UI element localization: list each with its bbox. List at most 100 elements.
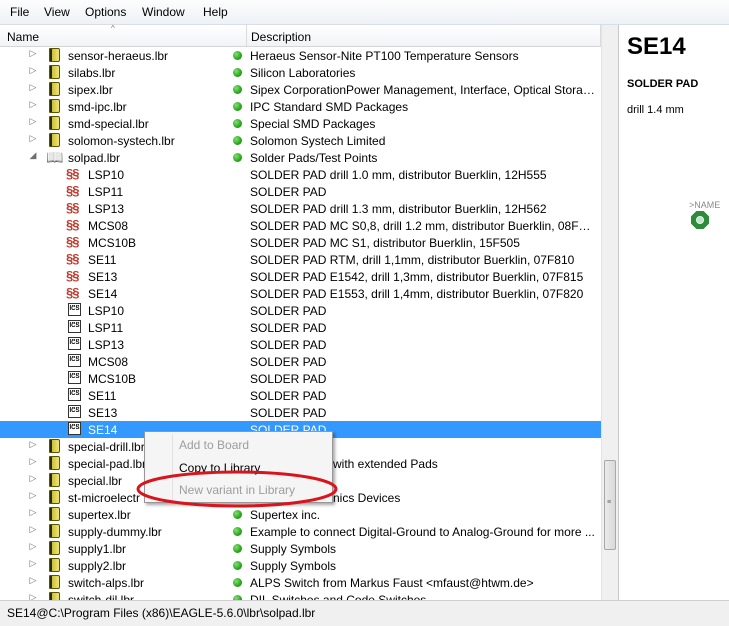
tree-row[interactable]: §§ SE13 SOLDER PAD E1542, drill 1,3mm, dis…	[0, 268, 601, 285]
expand-arrow-icon[interactable]: ▷	[28, 575, 38, 586]
status-dot-icon	[233, 51, 242, 60]
row-description: SOLDER PAD	[250, 406, 327, 420]
tree-row[interactable]: ▷ supertex.lbr Supertex inc.	[0, 506, 601, 523]
row-name: MCS08	[88, 219, 129, 233]
row-name: switch-dil.lbr	[68, 593, 135, 600]
device-symbol-icon: §§	[66, 217, 79, 232]
tree-row[interactable]: ▷ switch-alps.lbr ALPS Switch from Markus …	[0, 574, 601, 591]
tree-row[interactable]: ▷ sipex.lbr Sipex CorporationPower Managem…	[0, 81, 601, 98]
expand-arrow-icon[interactable]: ▷	[28, 48, 38, 59]
menu-file[interactable]: File	[10, 5, 29, 19]
menu-add-to-board[interactable]: Add to Board	[179, 438, 249, 452]
context-menu: Add to Board Copy to Library New variant…	[144, 431, 333, 503]
row-description: SOLDER PAD drill 1.3 mm, distributor Bue…	[250, 202, 547, 216]
expand-arrow-icon[interactable]: ▷	[28, 558, 38, 569]
row-description: Solomon Systech Limited	[250, 134, 386, 148]
tree-row[interactable]: ICS MCS10B SOLDER PAD	[0, 370, 601, 387]
row-name: MCS08	[88, 355, 129, 369]
tree-row[interactable]: ▷ solomon-systech.lbr Solomon Systech Limi…	[0, 132, 601, 149]
library-book-icon	[49, 558, 60, 572]
tree-row[interactable]: ▷ supply1.lbr Supply Symbols	[0, 540, 601, 557]
expand-arrow-icon[interactable]: ▷	[28, 490, 38, 501]
menu-new-variant-in-library[interactable]: New variant in Library	[179, 483, 295, 497]
expand-arrow-icon[interactable]: ▷	[28, 541, 38, 552]
tree-row[interactable]: ▷ smd-ipc.lbr IPC Standard SMD Packages	[0, 98, 601, 115]
row-description: SOLDER PAD	[250, 338, 327, 352]
row-description: SOLDER PAD	[250, 355, 327, 369]
tree-row[interactable]: ICS LSP10 SOLDER PAD	[0, 302, 601, 319]
row-description: Special SMD Packages	[250, 117, 376, 131]
row-name: st-microelectr	[68, 491, 141, 505]
library-book-icon	[49, 507, 60, 521]
tree-row[interactable]: §§ LSP10 SOLDER PAD drill 1.0 mm, distribu…	[0, 166, 601, 183]
column-header-name[interactable]: Name	[7, 30, 39, 44]
expand-arrow-icon[interactable]: ▷	[28, 99, 38, 110]
menu-view[interactable]: View	[44, 5, 70, 19]
row-description: ALPS Switch from Markus Faust <mfaust@ht…	[250, 576, 534, 590]
tree-row[interactable]: ▷ sensor-heraeus.lbr Heraeus Sensor-Nite P…	[0, 47, 601, 64]
tree-row[interactable]: ICS MCS08 SOLDER PAD	[0, 353, 601, 370]
status-dot-icon	[233, 510, 242, 519]
library-tree-panel: ^ Name Description ▷ sensor-heraeus.lbr He…	[0, 25, 619, 600]
tree-row[interactable]: §§ SE14 SOLDER PAD E1553, drill 1,4mm, dis…	[0, 285, 601, 302]
status-dot-icon	[233, 68, 242, 77]
row-name: silabs.lbr	[68, 66, 116, 80]
tree-row[interactable]: ▷ supply-dummy.lbr Example to connect Digi…	[0, 523, 601, 540]
tree-row[interactable]: §§ LSP13 SOLDER PAD drill 1.3 mm, distribu…	[0, 200, 601, 217]
expand-arrow-icon[interactable]: ▷	[28, 524, 38, 535]
library-book-icon	[49, 592, 60, 600]
column-divider[interactable]	[246, 25, 247, 46]
device-symbol-icon: §§	[66, 183, 79, 198]
expand-arrow-icon[interactable]: ▷	[28, 133, 38, 144]
row-description: SOLDER PAD	[250, 321, 327, 335]
tree-row[interactable]: ICS LSP13 SOLDER PAD	[0, 336, 601, 353]
device-symbol-icon: §§	[66, 285, 79, 300]
row-name: SE11	[88, 389, 117, 403]
row-description: SOLDER PAD	[250, 372, 327, 386]
row-name: SE13	[88, 406, 118, 420]
menu-help[interactable]: Help	[203, 5, 228, 19]
tree-row[interactable]: §§ LSP11 SOLDER PAD	[0, 183, 601, 200]
row-name: sipex.lbr	[68, 83, 113, 97]
tree-row[interactable]: ◢ 📖 solpad.lbr Solder Pads/Test Points	[0, 149, 601, 166]
library-book-icon	[49, 541, 60, 555]
scrollbar-thumb[interactable]: ≡	[604, 460, 616, 550]
menu-window[interactable]: Window	[142, 5, 185, 19]
menu-options[interactable]: Options	[85, 5, 126, 19]
vertical-scrollbar[interactable]: ≡	[601, 25, 618, 600]
tree-row[interactable]: ▷ silabs.lbr Silicon Laboratories	[0, 64, 601, 81]
row-description: Supply Symbols	[250, 559, 337, 573]
tree-row[interactable]: ICS SE11 SOLDER PAD	[0, 387, 601, 404]
collapse-arrow-icon[interactable]: ◢	[28, 150, 38, 161]
tree-row[interactable]: §§ MCS08 SOLDER PAD MC S0,8, drill 1.2 mm,…	[0, 217, 601, 234]
library-book-icon	[49, 82, 60, 96]
row-description: Heraeus Sensor-Nite PT100 Temperature Se…	[250, 49, 519, 63]
tree-row[interactable]: §§ MCS10B SOLDER PAD MC S1, distributor Bu…	[0, 234, 601, 251]
expand-arrow-icon[interactable]: ▷	[28, 473, 38, 484]
row-description: SOLDER PAD MC S1, distributor Buerklin, …	[250, 236, 520, 250]
row-name: special.lbr	[68, 474, 123, 488]
expand-arrow-icon[interactable]: ▷	[28, 507, 38, 518]
tree-row[interactable]: ▷ smd-special.lbr Special SMD Packages	[0, 115, 601, 132]
expand-arrow-icon[interactable]: ▷	[28, 65, 38, 76]
tree-row[interactable]: ICS LSP11 SOLDER PAD	[0, 319, 601, 336]
library-book-icon	[49, 116, 60, 130]
row-name: LSP13	[88, 202, 125, 216]
expand-arrow-icon[interactable]: ▷	[28, 439, 38, 450]
status-dot-icon	[233, 102, 242, 111]
tree-row[interactable]: §§ SE11 SOLDER PAD RTM, drill 1,1mm, distr…	[0, 251, 601, 268]
library-book-icon	[49, 48, 60, 62]
package-icon: ICS	[68, 405, 81, 418]
tree-row[interactable]: ▷ supply2.lbr Supply Symbols	[0, 557, 601, 574]
row-description: Supply Symbols	[250, 542, 337, 556]
expand-arrow-icon[interactable]: ▷	[28, 82, 38, 93]
expand-arrow-icon[interactable]: ▷	[28, 116, 38, 127]
expand-arrow-icon[interactable]: ▷	[28, 456, 38, 467]
tree-row[interactable]: ICS SE13 SOLDER PAD	[0, 404, 601, 421]
expand-arrow-icon[interactable]: ▷	[28, 592, 38, 600]
column-header-description[interactable]: Description	[251, 30, 311, 44]
menu-copy-to-library[interactable]: Copy to Library	[179, 461, 260, 475]
tree-row[interactable]: ▷ switch-dil.lbr DIL Switches and Code Swi…	[0, 591, 601, 600]
menu-gutter	[172, 434, 173, 500]
row-description: Supertex inc.	[250, 508, 321, 522]
